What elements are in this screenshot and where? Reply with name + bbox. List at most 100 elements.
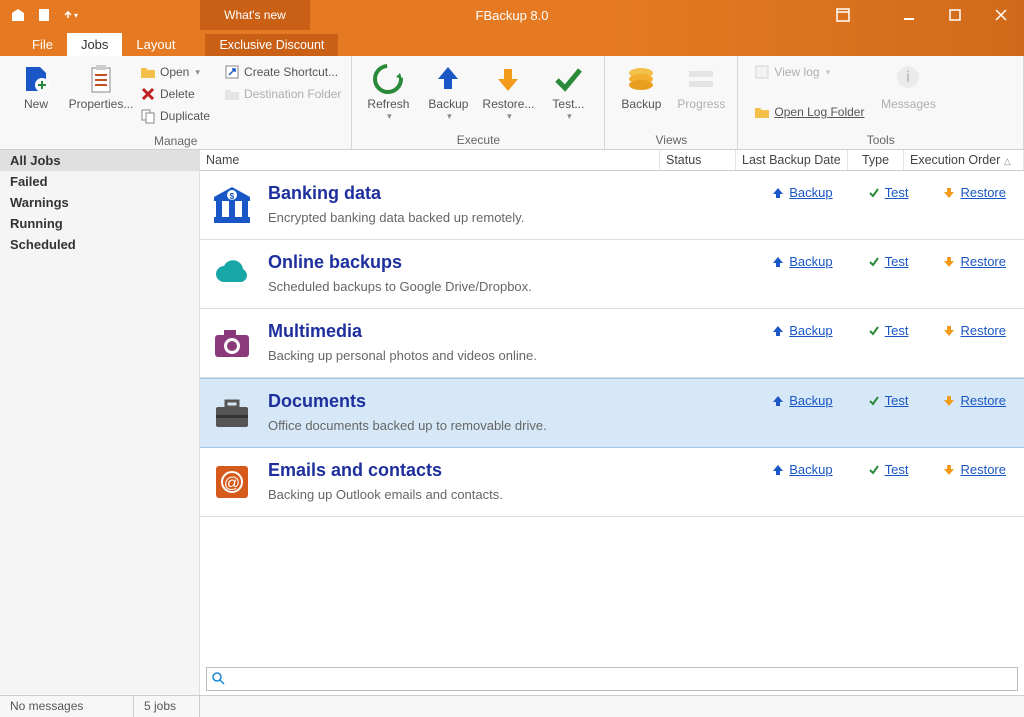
app-title: FBackup 8.0: [476, 8, 549, 23]
tab-file[interactable]: File: [18, 33, 67, 56]
app-icon[interactable]: [10, 7, 26, 23]
duplicate-button[interactable]: Duplicate: [136, 106, 214, 126]
column-headers: Name Status Last Backup Date Type Execut…: [200, 150, 1024, 171]
folder-log-icon: [754, 104, 770, 120]
col-last-backup[interactable]: Last Backup Date: [736, 150, 848, 170]
status-messages: No messages: [0, 696, 134, 717]
job-icon: [210, 391, 254, 435]
svg-text:$: $: [230, 192, 235, 201]
arrow-up-icon: [771, 463, 785, 477]
main-area: All Jobs Failed Warnings Running Schedul…: [0, 150, 1024, 695]
ribbon: New Properties... Open ▾ Delete Dupli: [0, 56, 1024, 150]
test-button[interactable]: Test... ▾: [538, 60, 598, 124]
backup-view-button[interactable]: Backup: [611, 60, 671, 113]
job-description: Scheduled backups to Google Drive/Dropbo…: [268, 279, 757, 294]
arrow-up-icon: [771, 186, 785, 200]
job-test-link[interactable]: Test: [867, 254, 909, 269]
job-row[interactable]: MultimediaBacking up personal photos and…: [200, 309, 1024, 378]
job-icon: $: [210, 183, 254, 227]
job-title: Emails and contacts: [268, 460, 757, 481]
job-row[interactable]: Online backupsScheduled backups to Googl…: [200, 240, 1024, 309]
job-description: Office documents backed up to removable …: [268, 418, 757, 433]
properties-button[interactable]: Properties...: [66, 60, 136, 113]
job-backup-link[interactable]: Backup: [771, 393, 832, 408]
search-icon: [211, 671, 225, 688]
col-execution-order[interactable]: Execution Order △: [904, 150, 1024, 170]
minimize-button[interactable]: [886, 0, 932, 30]
maximize-button[interactable]: [932, 0, 978, 30]
messages-button: i Messages: [878, 60, 938, 113]
job-backup-link[interactable]: Backup: [771, 254, 832, 269]
new-doc-icon[interactable]: [36, 7, 52, 23]
sidebar-item-failed[interactable]: Failed: [0, 171, 199, 192]
job-test-link[interactable]: Test: [867, 393, 909, 408]
job-title: Multimedia: [268, 321, 757, 342]
job-restore-link[interactable]: Restore: [942, 323, 1006, 338]
job-test-link[interactable]: Test: [867, 323, 909, 338]
job-backup-link[interactable]: Backup: [771, 462, 832, 477]
arrow-down-icon: [942, 324, 956, 338]
refresh-icon: [371, 62, 405, 96]
job-title: Documents: [268, 391, 757, 412]
open-button[interactable]: Open ▾: [136, 62, 214, 82]
arrow-down-icon: [942, 463, 956, 477]
sidebar-item-all-jobs[interactable]: All Jobs: [0, 150, 199, 171]
dropdown-caret-icon: ▾: [195, 67, 200, 78]
tab-jobs[interactable]: Jobs: [67, 33, 122, 56]
job-row[interactable]: $Banking dataEncrypted banking data back…: [200, 171, 1024, 240]
sidebar-item-running[interactable]: Running: [0, 213, 199, 234]
search-bar[interactable]: [206, 667, 1018, 691]
job-backup-link[interactable]: Backup: [771, 323, 832, 338]
shortcut-icon: [224, 64, 240, 80]
check-icon: [867, 394, 881, 408]
upload-icon[interactable]: ▾: [62, 7, 78, 23]
job-restore-link[interactable]: Restore: [942, 185, 1006, 200]
open-log-folder-button[interactable]: Open Log Folder: [750, 102, 868, 122]
title-bar: ▾ What's new FBackup 8.0: [0, 0, 1024, 30]
job-restore-link[interactable]: Restore: [942, 462, 1006, 477]
close-button[interactable]: [978, 0, 1024, 30]
status-jobs: 5 jobs: [134, 696, 200, 717]
status-bar: No messages 5 jobs: [0, 695, 1024, 717]
job-test-link[interactable]: Test: [867, 462, 909, 477]
delete-x-icon: [140, 86, 156, 102]
folder-open-icon: [140, 64, 156, 80]
col-type[interactable]: Type: [848, 150, 904, 170]
refresh-button[interactable]: Refresh ▾: [358, 60, 418, 124]
progress-icon: [684, 62, 718, 96]
maximize-alt-button[interactable]: [820, 0, 866, 30]
job-test-link[interactable]: Test: [867, 185, 909, 200]
svg-text:@: @: [224, 475, 240, 492]
job-restore-link[interactable]: Restore: [942, 254, 1006, 269]
new-button[interactable]: New: [6, 60, 66, 113]
job-backup-link[interactable]: Backup: [771, 185, 832, 200]
check-icon: [867, 255, 881, 269]
job-restore-link[interactable]: Restore: [942, 393, 1006, 408]
messages-icon: i: [891, 62, 925, 96]
content-area: Name Status Last Backup Date Type Execut…: [200, 150, 1024, 695]
view-log-button: View log ▾: [750, 62, 868, 82]
folder-icon: [224, 86, 240, 102]
svg-text:i: i: [906, 69, 910, 86]
arrow-up-icon: [771, 394, 785, 408]
tab-exclusive-discount[interactable]: Exclusive Discount: [205, 34, 338, 56]
whats-new-tab[interactable]: What's new: [200, 0, 310, 30]
sidebar: All Jobs Failed Warnings Running Schedul…: [0, 150, 200, 695]
tab-layout[interactable]: Layout: [122, 33, 189, 56]
col-status[interactable]: Status: [660, 150, 736, 170]
job-row[interactable]: @Emails and contactsBacking up Outlook e…: [200, 448, 1024, 517]
restore-button[interactable]: Restore... ▾: [478, 60, 538, 124]
job-row[interactable]: Documents Office documents backed up to r…: [200, 378, 1024, 448]
arrow-down-icon: [942, 394, 956, 408]
create-shortcut-button[interactable]: Create Shortcut...: [220, 62, 345, 82]
backup-button[interactable]: Backup ▾: [418, 60, 478, 124]
sidebar-item-warnings[interactable]: Warnings: [0, 192, 199, 213]
search-input[interactable]: [229, 672, 1013, 687]
col-name[interactable]: Name: [200, 150, 660, 170]
log-icon: [754, 64, 770, 80]
delete-button[interactable]: Delete: [136, 84, 214, 104]
coins-icon: [624, 62, 658, 96]
backup-arrow-up-icon: [431, 62, 465, 96]
group-views-label: Views: [609, 131, 733, 149]
sidebar-item-scheduled[interactable]: Scheduled: [0, 234, 199, 255]
